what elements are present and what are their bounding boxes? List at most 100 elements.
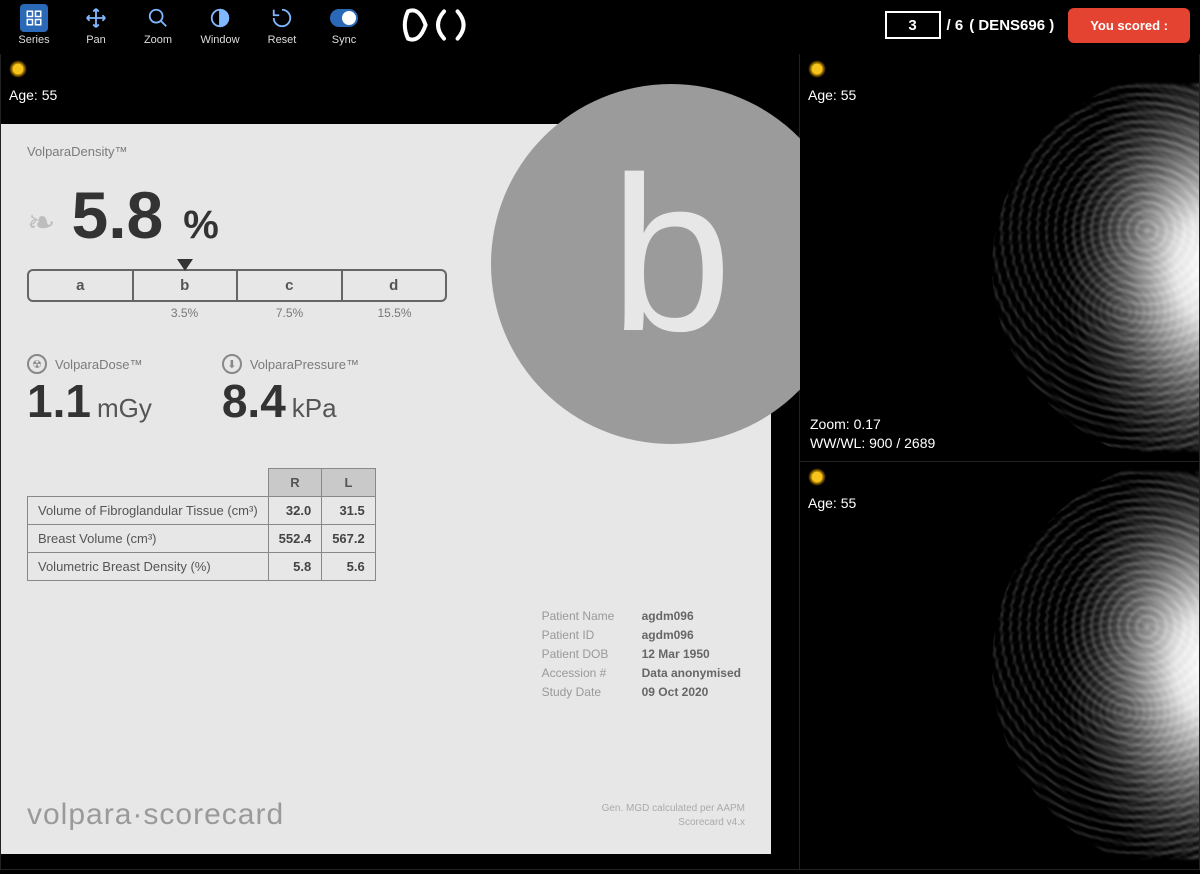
dose-block: ☢VolparaDose™ 1.1mGy <box>27 354 152 428</box>
series-counter: / 6 ( DENS696 ) <box>885 11 1055 39</box>
table-cell: Breast Volume (cm³) <box>28 525 269 553</box>
table-cell: 32.0 <box>268 497 322 525</box>
tool-label: Pan <box>86 34 106 46</box>
series-total: / 6 <box>947 17 964 34</box>
table-row: Volumetric Breast Density (%) 5.8 5.6 <box>28 553 376 581</box>
overlay-wwwl: WW/WL: 900 / 2689 <box>810 434 935 453</box>
overlay-age: Age: 55 <box>9 87 57 103</box>
brightness-icon <box>808 60 826 78</box>
tool-reset[interactable]: Reset <box>258 4 306 46</box>
scale-tick: 7.5% <box>237 306 342 320</box>
tool-pan[interactable]: Pan <box>72 4 120 46</box>
table-cell: 5.8 <box>268 553 322 581</box>
scale-cell-a: a <box>29 271 134 300</box>
workspace: Age: 55 b VolparaDensity™ ❧ 5.8% a b c d <box>0 54 1200 870</box>
meta-val: 09 Oct 2020 <box>642 685 709 699</box>
viewport-bottom-right[interactable]: Age: 55 <box>800 462 1200 870</box>
fineprint-line: Scorecard v4.x <box>602 816 745 830</box>
sync-toggle-icon <box>330 4 358 32</box>
fineprint-line: Gen. MGD calculated per AAPM <box>602 802 745 816</box>
pressure-icon: ⬇ <box>222 354 242 374</box>
table-col-l: L <box>322 469 376 497</box>
tool-sync[interactable]: Sync <box>320 4 368 46</box>
tool-label: Sync <box>332 34 356 46</box>
meta-val: Data anonymised <box>642 666 741 680</box>
radiation-icon: ☢ <box>27 354 47 374</box>
viewport-overlay-top: Age: 55 <box>808 468 856 511</box>
scorecard-brand: volpara·scorecard <box>27 798 284 832</box>
pressure-value: 8.4 <box>222 375 286 427</box>
density-unit: % <box>179 203 219 248</box>
leaf-icon: ❧ <box>27 203 56 243</box>
toolbar: Series Pan Zoom Window Reset <box>0 0 1200 54</box>
scale-cell-b: b <box>134 271 239 300</box>
zoom-icon <box>144 4 172 32</box>
meta-key: Accession # <box>542 666 632 680</box>
table-col-r: R <box>268 469 322 497</box>
viewport-overlay-top: Age: 55 <box>9 60 57 103</box>
meta-key: Patient ID <box>542 628 632 642</box>
series-index-input[interactable] <box>885 11 941 39</box>
dose-unit: mGy <box>91 393 152 423</box>
table-cell: Volume of Fibroglandular Tissue (cm³) <box>28 497 269 525</box>
mammogram-image <box>899 84 1200 451</box>
meta-val: agdm096 <box>642 628 694 642</box>
brightness-icon <box>9 60 27 78</box>
grid-icon <box>20 4 48 32</box>
density-grade-badge: b <box>491 84 851 444</box>
pressure-unit: kPa <box>286 393 337 423</box>
density-scale: a b c d 3.5% 7.5% 15.5% <box>27 269 447 320</box>
viewport-overlay-bottom: Zoom: 0.17 WW/WL: 900 / 2689 <box>810 415 935 453</box>
toolbar-right: / 6 ( DENS696 ) You scored : <box>885 8 1191 43</box>
scorecard-fineprint: Gen. MGD calculated per AAPM Scorecard v… <box>602 802 745 830</box>
score-button[interactable]: You scored : <box>1068 8 1190 43</box>
brand-word: scorecard <box>143 798 284 831</box>
mammogram-image <box>899 472 1200 859</box>
table-cell: 5.6 <box>322 553 376 581</box>
volpara-scorecard: b VolparaDensity™ ❧ 5.8% a b c d 3.5% 7.… <box>1 124 771 854</box>
scale-cell-d: d <box>343 271 446 300</box>
contrast-icon <box>206 4 234 32</box>
series-case-id: ( DENS696 ) <box>969 17 1054 34</box>
brand-word: · <box>132 798 143 831</box>
overlay-age: Age: 55 <box>808 495 856 511</box>
pressure-block: ⬇ VolparaPressure™ 8.4kPa <box>222 354 359 428</box>
scale-tick: 15.5% <box>342 306 447 320</box>
meta-key: Patient DOB <box>542 647 632 661</box>
scale-cell-c: c <box>238 271 343 300</box>
detected-brand-logo <box>400 4 496 46</box>
viewport-main[interactable]: Age: 55 b VolparaDensity™ ❧ 5.8% a b c d <box>0 54 800 870</box>
brand-word: volpara <box>27 798 132 831</box>
patient-meta: Patient Nameagdm096 Patient IDagdm096 Pa… <box>542 609 741 704</box>
scale-marker-icon <box>177 259 193 271</box>
toolbar-tools: Series Pan Zoom Window Reset <box>10 4 368 46</box>
overlay-zoom: Zoom: 0.17 <box>810 415 935 434</box>
density-value: 5.8 <box>72 177 164 253</box>
scale-tick: 3.5% <box>132 306 237 320</box>
viewport-overlay-top: Age: 55 <box>808 60 856 103</box>
tool-label: Window <box>200 34 239 46</box>
viewport-top-right[interactable]: Age: 55 Zoom: 0.17 WW/WL: 900 / 2689 <box>800 54 1200 462</box>
table-cell: Volumetric Breast Density (%) <box>28 553 269 581</box>
meta-val: agdm096 <box>642 609 694 623</box>
tool-zoom[interactable]: Zoom <box>134 4 182 46</box>
table-cell: 552.4 <box>268 525 322 553</box>
tool-window[interactable]: Window <box>196 4 244 46</box>
tool-series[interactable]: Series <box>10 4 58 46</box>
pressure-heading: VolparaPressure™ <box>250 357 359 372</box>
measurements-table: R L Volume of Fibroglandular Tissue (cm³… <box>27 468 376 581</box>
table-row: Breast Volume (cm³) 552.4 567.2 <box>28 525 376 553</box>
dose-value: 1.1 <box>27 375 91 427</box>
right-column: Age: 55 Zoom: 0.17 WW/WL: 900 / 2689 Age… <box>800 54 1200 870</box>
move-icon <box>82 4 110 32</box>
density-grade-letter: b <box>610 144 732 364</box>
tool-label: Reset <box>268 34 297 46</box>
table-cell: 567.2 <box>322 525 376 553</box>
meta-val: 12 Mar 1950 <box>642 647 710 661</box>
reset-icon <box>268 4 296 32</box>
table-row: Volume of Fibroglandular Tissue (cm³) 32… <box>28 497 376 525</box>
table-cell: 31.5 <box>322 497 376 525</box>
overlay-age: Age: 55 <box>808 87 856 103</box>
scale-tick <box>27 306 132 320</box>
meta-key: Study Date <box>542 685 632 699</box>
